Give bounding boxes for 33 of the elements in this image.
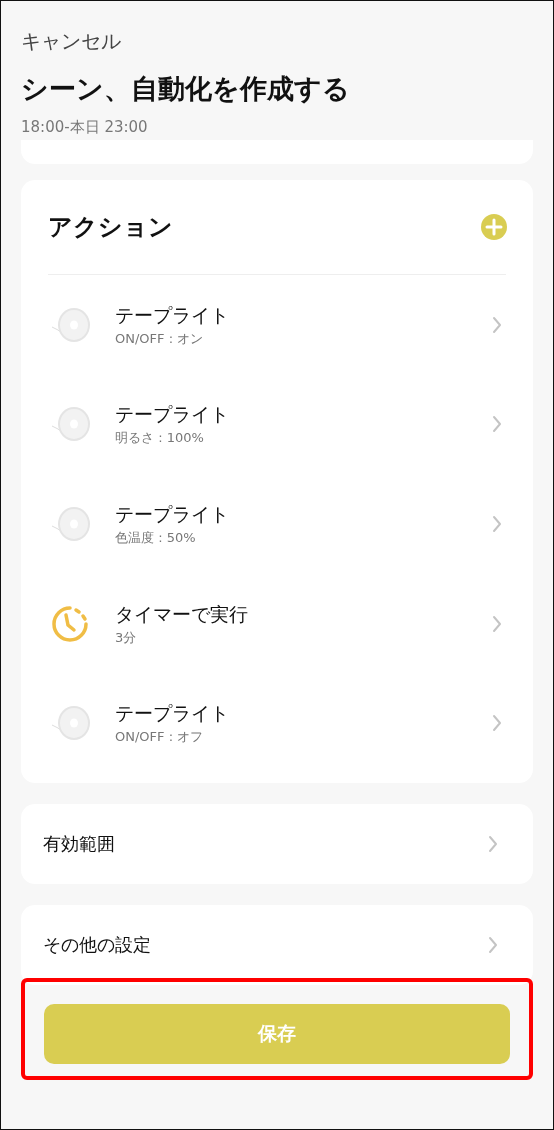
item-detail: 色温度 : 50% — [115, 529, 197, 546]
item-detail: ON/OFF : オン — [115, 329, 205, 347]
action-item[interactable]: テープライト ON/OFF : オフ — [48, 673, 506, 773]
chevron-icon — [492, 515, 502, 533]
settings-row[interactable]: その他の設定 — [21, 904, 533, 985]
chevron-icon — [488, 935, 498, 954]
timer-icon — [50, 603, 90, 644]
cancel-link[interactable]: キャンセル — [21, 28, 121, 54]
item-title: テープライト — [115, 701, 230, 726]
action-item[interactable]: タイマーで実行 3分 — [48, 573, 506, 674]
add-icon — [481, 214, 507, 240]
settings-row[interactable]: 有効範囲 — [21, 803, 533, 884]
action-item[interactable]: テープライト ON/OFF : オン — [48, 275, 506, 375]
item-title: テープライト — [115, 402, 230, 427]
section-title: アクション — [48, 212, 173, 243]
action-item[interactable]: テープライト 明るさ : 100% — [48, 374, 506, 475]
tape-roll-icon — [50, 504, 90, 544]
chevron-icon — [492, 315, 502, 334]
settings-label: その他の設定 — [43, 932, 151, 957]
chevron-icon — [492, 614, 502, 633]
action-item[interactable]: テープライト 色温度 : 50% — [48, 474, 506, 574]
chevron-icon — [492, 415, 502, 434]
item-detail: ON/OFF : オフ — [115, 728, 205, 746]
item-detail: 明るさ : 100% — [115, 429, 205, 447]
settings-label: 有効範囲 — [43, 831, 115, 856]
item-title: テープライト — [115, 302, 230, 327]
item-detail: 3分 — [115, 628, 138, 646]
item-title: テープライト — [115, 502, 230, 526]
page-title: シーン、自動化を作成する — [21, 72, 351, 106]
chevron-icon — [492, 714, 502, 733]
chevron-icon — [488, 834, 498, 853]
time-range: 18:00-本日 23:00 — [21, 117, 149, 137]
item-title: タイマーで実行 — [115, 601, 249, 626]
